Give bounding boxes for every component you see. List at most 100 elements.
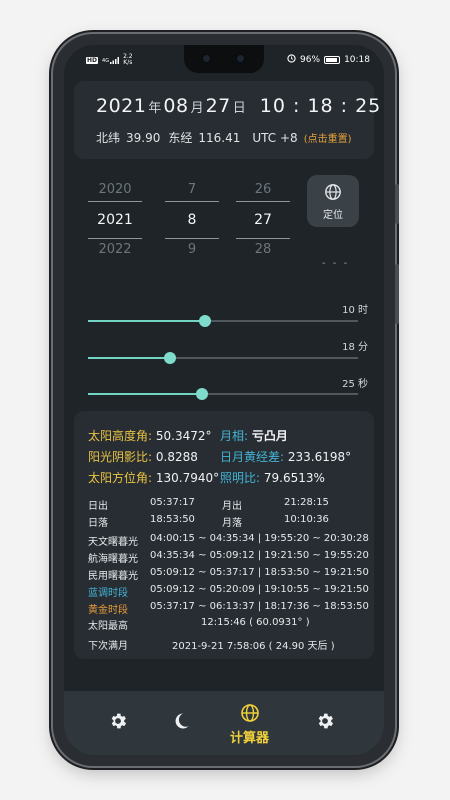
next-full-moon-label: 下次满月 <box>88 641 128 652</box>
status-bar-right: 96% 10:18 <box>287 54 370 66</box>
phone-frame: HD 4G 2.2 K/s 96% 10:18 2021 年 08 月 27 日… <box>53 34 399 766</box>
second-slider[interactable] <box>88 388 358 400</box>
year-picker[interactable]: 2020 2021 2022 <box>86 179 144 261</box>
time-value: 10 : 18 : 25 <box>259 95 382 117</box>
sunset-label: 日落 <box>88 518 108 529</box>
nautical-twilight-value: 04:35:34 ~ 05:09:12 | 19:21:50 ~ 19:55:2… <box>150 550 369 561</box>
day-next[interactable]: 28 <box>234 239 292 261</box>
second-slider-label: 25 秒 <box>342 379 368 390</box>
day-unit: 日 <box>232 101 246 116</box>
month-picker[interactable]: 7 8 9 <box>163 179 221 261</box>
minute-slider-label: 18 分 <box>342 342 368 353</box>
reset-link[interactable]: (点击重置) <box>304 130 352 145</box>
day-prev[interactable]: 26 <box>234 179 292 201</box>
front-camera-icon <box>201 53 212 64</box>
shadow-ratio-label: 阳光阴影比: <box>88 450 153 464</box>
slider-thumb[interactable] <box>164 352 177 364</box>
month-next[interactable]: 9 <box>163 239 221 261</box>
sun-altitude-row: 太阳高度角: 50.3472° <box>88 427 212 444</box>
month-value: 08 <box>163 95 189 117</box>
moon-icon <box>171 713 191 735</box>
year-prev[interactable]: 2020 <box>86 179 144 201</box>
month-unit: 月 <box>190 101 204 116</box>
day-value: 27 <box>205 95 231 117</box>
moonset-value: 10:10:36 <box>284 514 329 525</box>
signal-icon: 4G <box>102 56 120 64</box>
locate-button[interactable]: 定位 <box>307 175 359 227</box>
sun-azimuth-label: 太阳方位角: <box>88 471 153 485</box>
hour-slider[interactable] <box>88 315 358 327</box>
shadow-ratio-value: 0.8288 <box>155 450 198 464</box>
moon-phase-row: 月相: 亏凸月 <box>220 427 288 444</box>
sun-altitude-label: 太阳高度角: <box>88 429 153 443</box>
nav-settings-2[interactable] <box>315 711 335 735</box>
slider-thumb[interactable] <box>196 388 209 400</box>
status-time: 10:18 <box>344 55 370 65</box>
nautical-twilight-label: 航海曙暮光 <box>88 554 138 565</box>
slider-fill <box>88 357 171 359</box>
front-sensor-icon <box>235 53 246 64</box>
day-selected[interactable]: 27 <box>234 202 292 238</box>
astro-info-card: 太阳高度角: 50.3472° 月相: 亏凸月 阳光阴影比: 0.8288 日月… <box>74 411 374 659</box>
sun-azimuth-value: 130.7940° <box>155 471 220 485</box>
ecliptic-diff-label: 日月黄经差: <box>220 450 285 464</box>
location-placeholder: - - - <box>322 258 350 269</box>
longitude-value: 116.41 <box>198 131 241 145</box>
nav-calculator[interactable]: 计算器 <box>230 703 269 746</box>
slider-fill <box>88 393 203 395</box>
illumination-label: 照明比: <box>220 471 261 485</box>
coordinates-line: 北纬 39.90 东经 116.41 UTC +8 (点击重置) <box>96 129 352 146</box>
civil-twilight-value: 05:09:12 ~ 05:37:17 | 18:53:50 ~ 19:21:5… <box>150 567 369 578</box>
latitude-value: 39.90 <box>126 131 161 145</box>
ecliptic-diff-value: 233.6198° <box>287 450 352 464</box>
month-selected[interactable]: 8 <box>163 202 221 238</box>
hour-slider-label: 10 时 <box>342 305 368 316</box>
nav-moon[interactable] <box>171 711 191 735</box>
date-time-line: 2021 年 08 月 27 日 10 : 18 : 25 <box>96 95 381 117</box>
year-unit: 年 <box>148 101 162 116</box>
utc-offset: UTC +8 <box>252 131 298 145</box>
astro-twilight-label: 天文曙暮光 <box>88 537 138 548</box>
globe-icon <box>240 704 260 727</box>
nav-calculator-label: 计算器 <box>230 731 270 746</box>
slider-thumb[interactable] <box>199 315 212 327</box>
longitude-label: 东经 <box>168 131 193 145</box>
bottom-nav: 计算器 <box>64 691 384 755</box>
sunrise-value: 05:37:17 <box>150 497 195 508</box>
nav-settings[interactable] <box>108 711 128 735</box>
status-bar: HD 4G 2.2 K/s 96% 10:18 <box>64 45 384 75</box>
day-picker[interactable]: 26 27 28 <box>234 179 292 261</box>
year-value: 2021 <box>96 95 147 117</box>
blue-hour-value: 05:09:12 ~ 05:20:09 | 19:10:55 ~ 19:21:5… <box>150 584 369 595</box>
net-speed-unit: K/s <box>123 59 133 66</box>
sun-altitude-value: 50.3472° <box>155 429 212 443</box>
date-time-card[interactable]: 2021 年 08 月 27 日 10 : 18 : 25 北纬 39.90 东… <box>74 81 380 159</box>
app-screen: HD 4G 2.2 K/s 96% 10:18 2021 年 08 月 27 日… <box>64 45 384 755</box>
moon-phase-value: 亏凸月 <box>251 429 288 443</box>
battery-percent: 96% <box>300 55 321 65</box>
power-button <box>395 264 399 324</box>
moonrise-label: 月出 <box>222 501 242 512</box>
moonset-label: 月落 <box>222 518 242 529</box>
year-selected[interactable]: 2021 <box>86 202 144 238</box>
volume-button <box>395 184 399 224</box>
status-bar-left: HD 4G 2.2 K/s <box>86 54 133 66</box>
sunset-value: 18:53:50 <box>150 514 195 525</box>
astro-twilight-value: 04:00:15 ~ 04:35:34 | 19:55:20 ~ 20:30:2… <box>150 533 369 544</box>
solar-noon-label: 太阳最高 <box>88 621 128 632</box>
month-prev[interactable]: 7 <box>163 179 221 201</box>
battery-icon <box>324 56 341 64</box>
sun-azimuth-row: 太阳方位角: 130.7940° <box>88 469 219 486</box>
ecliptic-diff-row: 日月黄经差: 233.6198° <box>220 448 351 465</box>
hd-badge: HD <box>86 56 99 64</box>
minute-slider[interactable] <box>88 352 358 364</box>
latitude-label: 北纬 <box>96 131 121 145</box>
year-next[interactable]: 2022 <box>86 239 144 261</box>
gear-icon <box>315 713 335 735</box>
gear-icon <box>108 713 128 735</box>
slider-fill <box>88 320 206 322</box>
signal-label: 4G <box>102 57 110 64</box>
next-full-moon-value: 2021-9-21 7:58:06 ( 24.90 天后 ) <box>172 641 335 652</box>
illumination-value: 79.6513% <box>263 471 325 485</box>
golden-hour-value: 05:37:17 ~ 06:13:37 | 18:17:36 ~ 18:53:5… <box>150 601 369 612</box>
